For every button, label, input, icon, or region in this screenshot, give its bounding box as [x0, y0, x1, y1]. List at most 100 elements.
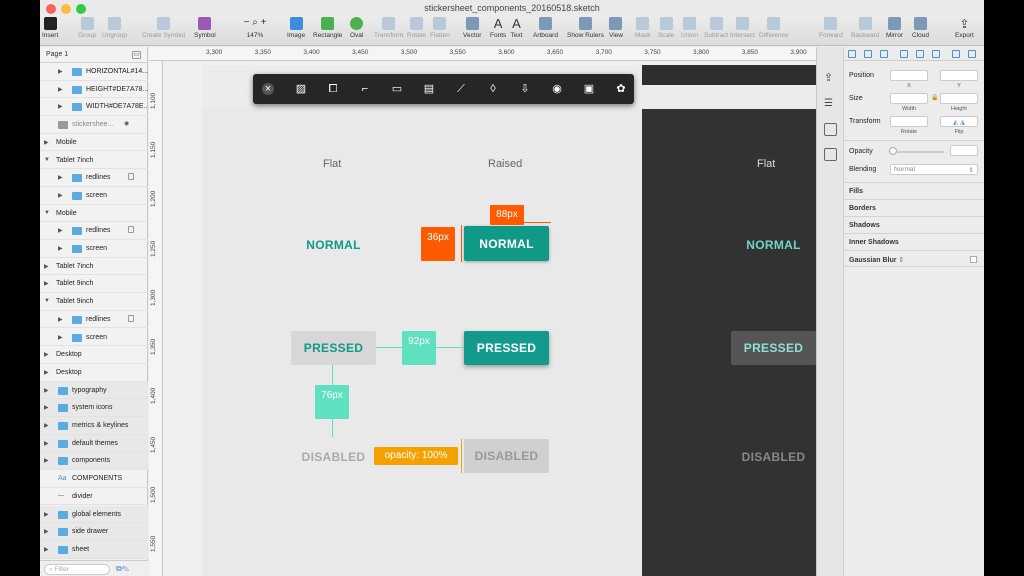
align-right-icon[interactable] [880, 50, 888, 58]
pressed-raised-button[interactable]: PRESSED [464, 331, 549, 365]
disclosure-closed-icon[interactable]: ▶ [44, 440, 49, 447]
filter-input[interactable]: ⌕ Filter [44, 564, 110, 575]
align-left-icon[interactable] [848, 50, 856, 58]
layer-row[interactable]: ▶ redlines [40, 169, 148, 187]
disclosure-closed-icon[interactable]: ▶ [44, 139, 49, 146]
layer-row[interactable]: ▶ sheet [40, 540, 148, 559]
oval-tool-button[interactable]: Oval [350, 17, 363, 39]
edit-icon[interactable]: ⧉✎ [116, 564, 129, 574]
normal-raised-button[interactable]: NORMAL [464, 226, 549, 261]
brush-icon[interactable]: ⟋ [454, 82, 468, 96]
subtract-tool-button[interactable]: Subtract [704, 17, 728, 39]
pressed-flat-button[interactable]: PRESSED [291, 331, 376, 365]
comment-icon[interactable]: ▭ [390, 82, 404, 96]
align-center-icon[interactable] [864, 50, 872, 58]
fills-section[interactable]: Fills [844, 182, 984, 199]
flatten-tool-button[interactable]: Flatten [430, 17, 450, 39]
layer-row[interactable]: ▼ Tablet 7inch [40, 152, 148, 170]
intersect-tool-button[interactable]: Intersect [730, 17, 755, 39]
disclosure-closed-icon[interactable]: ▶ [44, 280, 49, 287]
vertical-ruler[interactable]: 1,100 1,150 1,200 1,250 1,300 1,350 1,400 1,450… [149, 61, 163, 576]
layer-row[interactable]: Aa COMPONENTS [40, 470, 148, 488]
disclosure-closed-icon[interactable]: ▶ [58, 174, 63, 181]
share-icon[interactable]: ⇪ [824, 71, 837, 84]
page-selector[interactable]: Page 1 [46, 51, 68, 58]
eye-icon[interactable]: ◉ [550, 82, 564, 96]
show-rulers-tool-button[interactable]: Show Rulers [567, 17, 604, 39]
disclosure-closed-icon[interactable]: ▶ [44, 528, 49, 535]
settings-icon[interactable]: ✿ [614, 82, 628, 96]
layer-row[interactable]: ▶ Desktop [40, 364, 148, 382]
symbol-tool-button[interactable]: Symbol [194, 17, 216, 39]
disclosure-closed-icon[interactable]: ▶ [44, 351, 49, 358]
cloud-tool-button[interactable]: Cloud [912, 17, 929, 39]
horizontal-ruler[interactable]: 3,300 3,350 3,400 3,450 3,500 3,550 3,600 3,650… [149, 47, 816, 61]
lock-icon[interactable] [128, 314, 134, 322]
layer-row[interactable]: ▶ typography [40, 381, 148, 400]
list-icon[interactable]: ▤ [422, 82, 436, 96]
difference-tool-button[interactable]: Difference [759, 17, 789, 39]
disclosure-closed-icon[interactable]: ▶ [44, 457, 49, 464]
blur-checkbox[interactable] [970, 256, 977, 263]
layer-row[interactable]: — divider [40, 488, 148, 506]
create-symbol-tool-button[interactable]: Create Symbol [142, 17, 185, 39]
disclosure-open-icon[interactable]: ▼ [44, 210, 50, 216]
layer-row[interactable]: ▶ metrics & keylines [40, 417, 148, 435]
layer-row[interactable]: ▶ HEIGHT#DE7A78... [40, 81, 148, 99]
zoom-tool-button[interactable]: − ⌕ + 147% [241, 17, 269, 39]
normal-dark-button[interactable]: NORMAL [741, 236, 806, 254]
rotate-tool-button[interactable]: Rotate [407, 17, 426, 39]
layer-row[interactable]: ▶ redlines [40, 311, 148, 329]
artboard-tool-button[interactable]: Artboard [533, 17, 558, 39]
layer-row[interactable]: ▶ screen [40, 240, 148, 258]
mask-tool-button[interactable]: Mask [635, 17, 651, 39]
distribute-h-icon[interactable] [952, 50, 960, 58]
layer-row[interactable]: ▶ side drawer [40, 523, 148, 541]
insert-tool-button[interactable]: Insert [42, 17, 58, 39]
text-tool-button[interactable]: A Text [510, 17, 523, 39]
disclosure-closed-icon[interactable]: ▶ [58, 103, 63, 110]
eye-icon[interactable]: ◉ [124, 120, 129, 127]
layer-row[interactable]: ▶ WIDTH#DE7A78E... [40, 98, 148, 117]
disclosure-closed-icon[interactable]: ▶ [44, 404, 49, 411]
disclosure-closed-icon[interactable]: ▶ [58, 192, 63, 199]
distribute-v-icon[interactable] [968, 50, 976, 58]
view-tool-button[interactable]: View [609, 17, 623, 39]
transform-tool-button[interactable]: Transform [374, 17, 403, 39]
disclosure-closed-icon[interactable]: ▶ [44, 546, 49, 553]
download-icon[interactable]: ⇩ [518, 82, 532, 96]
align-bottom-icon[interactable] [932, 50, 940, 58]
opacity-field[interactable] [950, 145, 978, 156]
backward-tool-button[interactable]: Backward [851, 17, 880, 39]
disclosure-closed-icon[interactable]: ▶ [44, 511, 49, 518]
height-field[interactable] [940, 93, 978, 104]
scale-tool-button[interactable]: Scale [658, 17, 674, 39]
x-field[interactable] [890, 70, 928, 81]
image-tool-button[interactable]: Image [287, 17, 305, 39]
layer-row[interactable]: ▼ Tablet 9inch [40, 293, 148, 311]
pages-toggle-icon[interactable]: ▭ [132, 51, 141, 59]
disclosure-closed-icon[interactable]: ▶ [58, 316, 63, 323]
anchor-icon[interactable]: ⌐ [358, 82, 372, 96]
lock-icon[interactable]: ▣ [582, 82, 596, 96]
layer-row[interactable]: ▶ Desktop [40, 346, 148, 364]
rectangle-tool-button[interactable]: Rectangle [313, 17, 342, 39]
crop-icon[interactable]: ⧠ [326, 82, 340, 96]
disclosure-closed-icon[interactable]: ▶ [58, 68, 63, 75]
layout-icon[interactable] [824, 148, 837, 161]
canvas[interactable]: Flat Raised Flat NORMAL NORMAL NORMAL 88… [149, 47, 816, 576]
layer-row[interactable]: ▶ default themes [40, 434, 148, 453]
disclosure-closed-icon[interactable]: ▶ [58, 245, 63, 252]
layer-row[interactable]: ▶ Tablet 9inch [40, 275, 148, 294]
flip-buttons[interactable]: ◭ ◮ [940, 116, 978, 127]
align-middle-icon[interactable] [916, 50, 924, 58]
pattern-icon[interactable]: ▨ [294, 82, 308, 96]
align-top-icon[interactable] [900, 50, 908, 58]
blending-select[interactable]: Normal ⇕ [890, 164, 978, 175]
pressed-dark-button[interactable]: PRESSED [731, 331, 816, 365]
lock-ratio-icon[interactable]: 🔒 [931, 94, 938, 101]
disclosure-open-icon[interactable]: ▼ [44, 157, 50, 163]
layer-row[interactable]: ▶ redlines [40, 222, 148, 240]
union-tool-button[interactable]: Union [681, 17, 698, 39]
disclosure-closed-icon[interactable]: ▶ [44, 387, 49, 394]
